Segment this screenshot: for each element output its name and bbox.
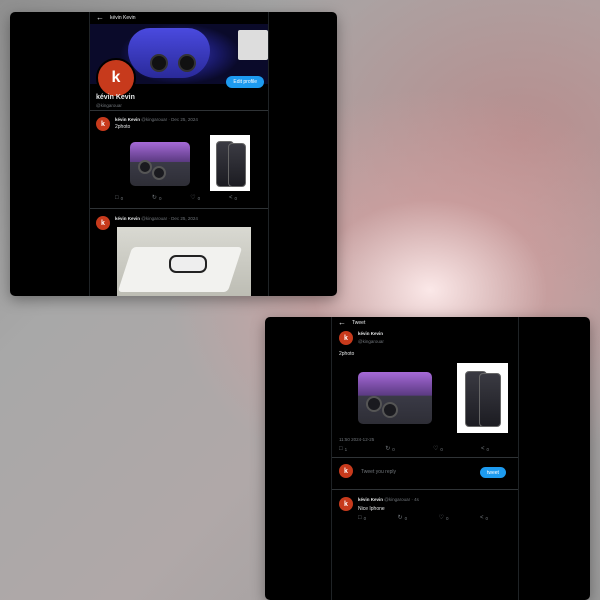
tweet-avatar[interactable]: k	[339, 331, 353, 345]
retweet-icon: ↻	[151, 195, 157, 201]
tweet-header: kévin Kevin @kingarouar · Dec 25, 2024	[115, 117, 198, 122]
reply-text: Nice Iphone	[358, 506, 385, 512]
tweet-photo-iphone-black[interactable]	[210, 135, 250, 191]
divider	[90, 110, 268, 111]
tweet-photo-iphone-purple[interactable]	[130, 142, 190, 186]
controller-stick-right	[178, 54, 196, 72]
reply-handle: @kingarouar	[384, 497, 411, 502]
retweet-button[interactable]: ↻ 0	[398, 515, 408, 521]
controller-stick-left	[150, 54, 168, 72]
tweet-avatar[interactable]: k	[339, 497, 353, 511]
reply-age: 4s	[414, 497, 419, 502]
edit-profile-button[interactable]: Edit profile	[226, 76, 264, 88]
tweet-button[interactable]: tweet	[480, 467, 506, 478]
share-icon: <	[228, 195, 233, 201]
tweet-date: Dec 25, 2024	[171, 216, 198, 221]
tweet-text: 2photo	[115, 124, 131, 130]
divider	[90, 208, 268, 209]
tweet-actions: □ 0 ↻ 0 ♡ 0 <0	[115, 195, 237, 201]
share-icon: <	[479, 515, 484, 521]
share-button[interactable]: <0	[481, 446, 489, 452]
camera-lens	[366, 396, 382, 412]
profile-window: ← kévin Kevin k Edit profile kévin Kevin…	[10, 12, 337, 296]
tweet-avatar[interactable]: k	[96, 216, 110, 230]
controller-graphic	[128, 28, 210, 78]
heart-icon: ♡	[190, 195, 196, 201]
tweet-topbar-title: Tweet	[352, 320, 366, 326]
reply-icon: □	[339, 446, 343, 452]
retweet-icon: ↻	[385, 446, 391, 452]
reply-icon: □	[115, 195, 119, 201]
reply-header: kévin Kevin @kingarouar · 4s	[358, 497, 419, 502]
reply-author[interactable]: kévin Kevin	[358, 497, 383, 502]
heart-icon: ♡	[432, 446, 439, 452]
tweet-detail-column: ← Tweet k kévin Kevin @kingarouar 2photo…	[331, 317, 519, 600]
reply-button[interactable]: □ 0	[358, 515, 366, 521]
like-button[interactable]: ♡ 0	[433, 446, 443, 452]
tweet-author: kévin Kevin	[358, 331, 384, 336]
retweet-button[interactable]: ↻ 0	[152, 195, 162, 201]
share-button[interactable]: <0	[229, 195, 237, 201]
heart-icon: ♡	[438, 515, 444, 521]
profile-topbar: ← kévin Kevin	[90, 12, 268, 24]
profile-column: ← kévin Kevin k Edit profile kévin Kevin…	[89, 12, 269, 296]
share-icon: <	[480, 446, 485, 452]
reply-input[interactable]: Tweet you reply	[361, 469, 396, 475]
tweet-handle: @kingarouar	[141, 117, 168, 122]
arrow-left-icon[interactable]: ←	[338, 319, 346, 327]
tweet-photo-ps5[interactable]	[117, 227, 251, 296]
tweet-photo-iphone-black[interactable]	[457, 363, 508, 433]
tweet-author[interactable]: kévin Kevin	[115, 216, 140, 221]
tweet-date: Dec 25, 2024	[171, 117, 198, 122]
tweet-avatar[interactable]: k	[96, 117, 110, 131]
reply-button[interactable]: □ 1	[339, 446, 347, 452]
tweet-actions: □ 1 ↻ 0 ♡ 0 <0	[339, 446, 489, 452]
share-button[interactable]: <0	[480, 515, 488, 521]
camera-lens	[382, 402, 398, 418]
divider	[332, 457, 518, 458]
tweet-timestamp: 11:50 2024-12-25	[339, 437, 375, 442]
divider	[332, 489, 518, 490]
tweet-photo-iphone-purple[interactable]	[358, 372, 432, 424]
camera-lens	[152, 166, 166, 180]
like-button[interactable]: ♡ 0	[190, 195, 200, 201]
tweet-handle: @kingarouar	[358, 339, 384, 344]
tweet-topbar: ← Tweet	[332, 317, 518, 329]
reply-actions: □ 0 ↻ 0 ♡ 0 <0	[358, 515, 488, 521]
tweet-handle: @kingarouar	[141, 216, 168, 221]
reply-button[interactable]: □ 0	[115, 195, 123, 201]
tweet-text: 2photo	[339, 351, 355, 357]
retweet-icon: ↻	[397, 515, 403, 521]
profile-avatar[interactable]: k	[96, 58, 136, 98]
controller-graphic	[169, 255, 207, 273]
reply-icon: □	[358, 515, 362, 521]
like-button[interactable]: ♡ 0	[439, 515, 449, 521]
tweet-header: kévin Kevin @kingarouar · Dec 25, 2024	[115, 216, 198, 221]
profile-handle: @kingarouar	[96, 103, 122, 108]
profile-name: kévin Kevin	[96, 94, 135, 101]
reply-avatar: k	[339, 464, 353, 478]
arrow-left-icon[interactable]: ←	[96, 14, 104, 22]
banner-device-graphic	[238, 30, 268, 60]
tweet-detail-window: ← Tweet k kévin Kevin @kingarouar 2photo…	[265, 317, 590, 600]
retweet-button[interactable]: ↻ 0	[385, 446, 395, 452]
profile-topbar-title: kévin Kevin	[110, 15, 136, 21]
camera-lens	[138, 160, 152, 174]
tweet-author[interactable]: kévin Kevin	[115, 117, 140, 122]
